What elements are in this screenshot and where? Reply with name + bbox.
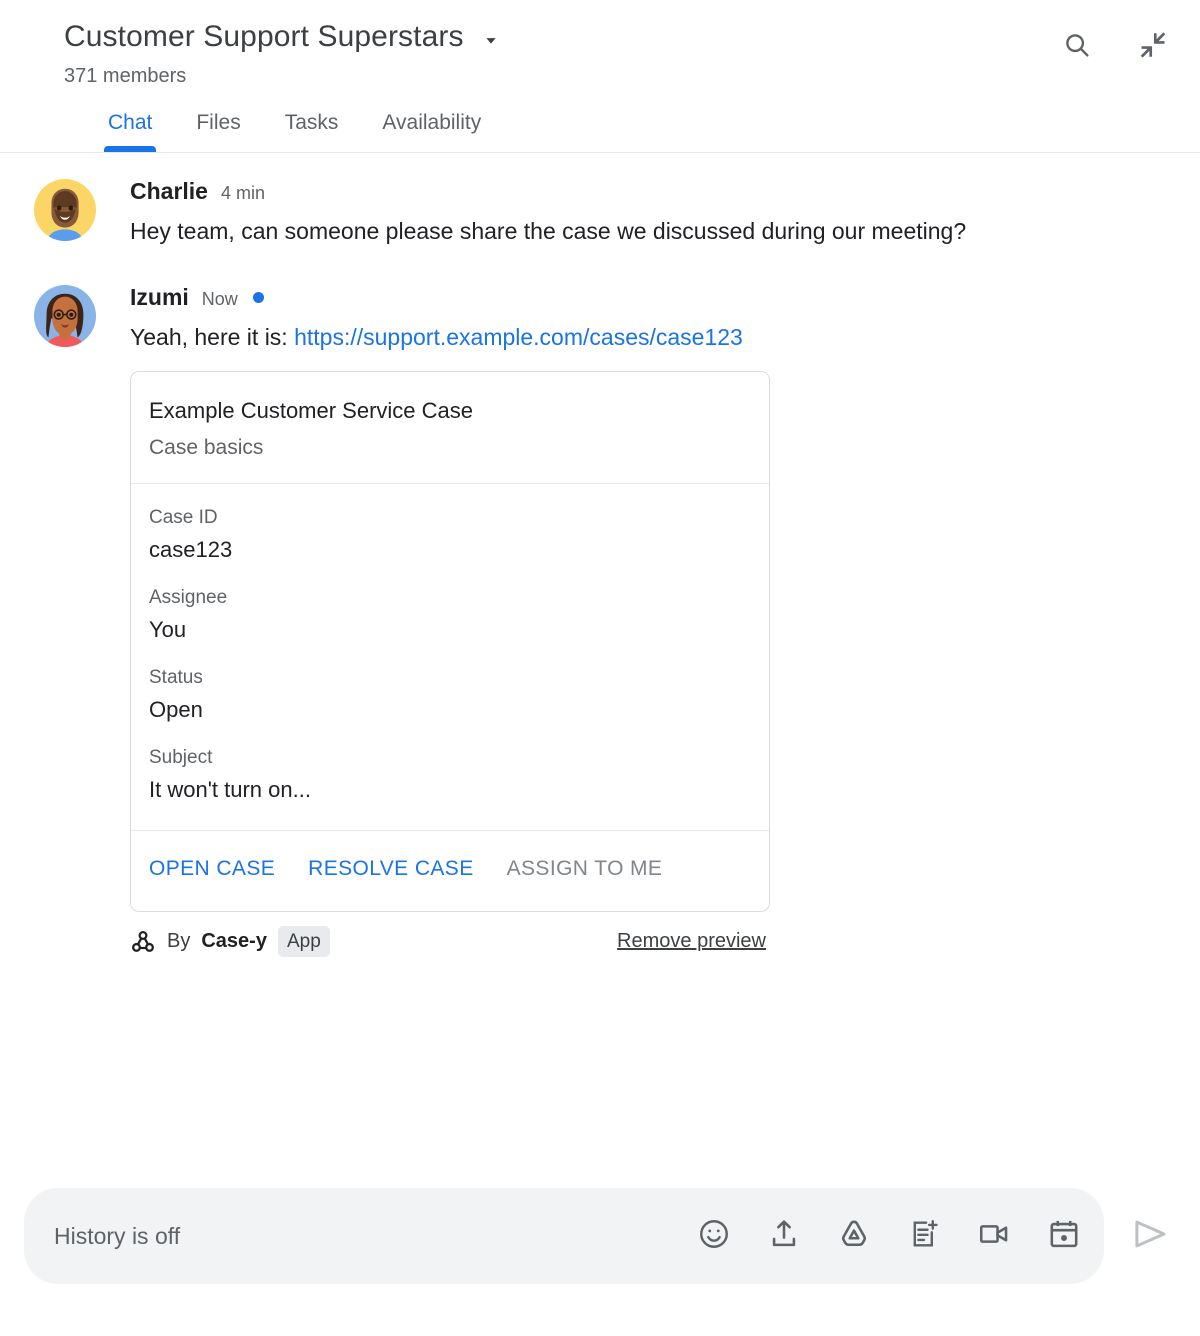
card-byline: By Case-y App xyxy=(130,926,330,957)
message-item: Charlie 4 min Hey team, can someone plea… xyxy=(0,167,1176,251)
calendar-icon xyxy=(1047,1217,1081,1256)
message-body: Izumi Now Yeah, here it is: https://supp… xyxy=(130,283,1176,957)
emoji-button[interactable] xyxy=(688,1210,740,1262)
tab-availability[interactable]: Availability xyxy=(360,106,503,152)
tab-tasks[interactable]: Tasks xyxy=(263,106,361,152)
upload-file-button[interactable] xyxy=(758,1210,810,1262)
collapse-icon xyxy=(1137,29,1169,66)
avatar-izumi-icon xyxy=(34,285,96,347)
add-document-icon xyxy=(907,1217,941,1256)
room-tabs: Chat Files Tasks Availability xyxy=(0,106,1200,152)
send-message-button[interactable] xyxy=(1118,1204,1182,1268)
message-timestamp: Now xyxy=(201,289,238,309)
card-field-subject: Subject It won't turn on... xyxy=(149,746,751,804)
avatar[interactable] xyxy=(34,179,96,241)
card-actions: OPEN CASE RESOLVE CASE ASSIGN TO ME xyxy=(131,831,769,911)
chat-room-window: Customer Support Superstars 371 members xyxy=(0,0,1200,1336)
card-field-label: Case ID xyxy=(149,507,218,528)
avatar-column xyxy=(0,177,130,251)
compose-icon-row xyxy=(688,1210,1090,1262)
message-text: Yeah, here it is: https://support.exampl… xyxy=(130,317,1020,357)
search-button[interactable] xyxy=(1060,30,1094,64)
byline-prefix: By xyxy=(167,930,191,952)
card-field-value: case123 xyxy=(149,537,233,562)
message-list: Charlie 4 min Hey team, can someone plea… xyxy=(0,153,1200,1166)
card-fields: Case ID case123 Assignee You Status Open xyxy=(131,484,769,831)
open-case-button[interactable]: OPEN CASE xyxy=(149,857,275,881)
google-drive-button[interactable] xyxy=(828,1210,880,1262)
message-item: Izumi Now Yeah, here it is: https://supp… xyxy=(0,273,1176,957)
tab-chat-label: Chat xyxy=(108,111,153,134)
card-field-status: Status Open xyxy=(149,666,751,724)
card-field-assignee: Assignee You xyxy=(149,586,751,644)
card-field-value: It won't turn on... xyxy=(149,777,311,802)
resolve-case-button[interactable]: RESOLVE CASE xyxy=(308,857,473,881)
remove-preview-link[interactable]: Remove preview xyxy=(617,930,766,953)
collapse-button[interactable] xyxy=(1136,30,1170,64)
compose-area: History is off xyxy=(0,1166,1200,1336)
add-document-button[interactable] xyxy=(898,1210,950,1262)
message-header: Charlie 4 min xyxy=(130,177,1160,205)
card-field-label: Subject xyxy=(149,747,213,768)
unread-indicator-dot xyxy=(252,291,264,303)
avatar-column xyxy=(0,283,130,957)
message-text: Hey team, can someone please share the c… xyxy=(130,218,967,244)
video-meeting-button[interactable] xyxy=(968,1210,1020,1262)
card-subtitle: Case basics xyxy=(149,436,264,459)
tab-tasks-label: Tasks xyxy=(284,111,339,134)
card-field-value: Open xyxy=(149,697,203,722)
search-icon xyxy=(1062,30,1092,65)
page-title: Customer Support Superstars xyxy=(64,20,464,53)
card-field-label: Assignee xyxy=(149,587,228,608)
tab-files[interactable]: Files xyxy=(174,106,262,152)
send-icon xyxy=(1129,1213,1171,1260)
member-count: 371 members xyxy=(64,65,187,87)
header-actions xyxy=(1060,30,1170,64)
message-text-prefix: Yeah, here it is: xyxy=(130,324,295,350)
avatar[interactable] xyxy=(34,285,96,347)
room-tabs-bar: Chat Files Tasks Availability xyxy=(0,106,1200,153)
byline-app-name: Case-y xyxy=(201,930,267,952)
emoji-icon xyxy=(697,1217,731,1256)
card-field-label: Status xyxy=(149,667,203,688)
room-title-row: Customer Support Superstars xyxy=(64,18,1176,56)
avatar-charlie-icon xyxy=(34,179,96,241)
card-field-value: You xyxy=(149,617,187,642)
chevron-down-icon xyxy=(480,29,502,51)
video-camera-icon xyxy=(977,1217,1011,1256)
message-header: Izumi Now xyxy=(130,283,1160,311)
card-field-case-id: Case ID case123 xyxy=(149,506,751,564)
calendar-button[interactable] xyxy=(1038,1210,1090,1262)
tab-files-label: Files xyxy=(196,111,241,134)
room-header: Customer Support Superstars 371 members xyxy=(0,0,1200,88)
google-drive-icon xyxy=(837,1217,871,1256)
tab-availability-label: Availability xyxy=(382,111,482,134)
room-options-dropdown-button[interactable] xyxy=(478,27,504,53)
webhook-icon xyxy=(130,929,156,955)
message-timestamp: 4 min xyxy=(220,183,265,203)
app-badge: App xyxy=(277,926,330,957)
message-compose-bar[interactable]: History is off xyxy=(24,1188,1104,1284)
card-attribution-row: By Case-y App Remove preview xyxy=(130,926,770,957)
card-header: Example Customer Service Case Case basic… xyxy=(131,372,769,484)
message-input[interactable]: History is off xyxy=(54,1222,688,1250)
upload-icon xyxy=(767,1217,801,1256)
message-sender: Izumi xyxy=(130,284,189,310)
message-body: Charlie 4 min Hey team, can someone plea… xyxy=(130,177,1176,251)
assign-to-me-button[interactable]: ASSIGN TO ME xyxy=(507,857,663,881)
message-sender: Charlie xyxy=(130,178,208,204)
message-link[interactable]: https://support.example.com/cases/case12… xyxy=(294,324,743,350)
case-preview-card: Example Customer Service Case Case basic… xyxy=(130,371,770,912)
tab-chat[interactable]: Chat xyxy=(86,106,174,152)
card-title: Example Customer Service Case xyxy=(149,398,474,423)
